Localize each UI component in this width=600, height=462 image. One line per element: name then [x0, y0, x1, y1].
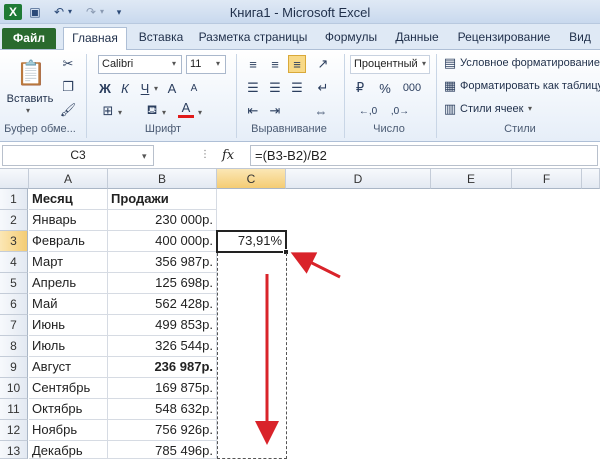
- shrink-font-button[interactable]: A: [186, 79, 202, 97]
- formula-bar: C3 ▾ ⋮ fx =(B3-B2)/B2: [0, 142, 600, 169]
- cell-styles-icon[interactable]: ▥: [442, 101, 458, 117]
- conditional-formatting-button[interactable]: Условное форматирование: [460, 55, 600, 71]
- tab-insert[interactable]: Вставка: [132, 27, 190, 50]
- text-orientation-icon[interactable]: ↗: [314, 55, 332, 73]
- formula-bar-grip-icon: ⋮: [200, 149, 210, 160]
- merge-cells-icon[interactable]: ⇔: [310, 102, 332, 120]
- underline-button[interactable]: Ч: [138, 79, 152, 97]
- decrease-indent-icon[interactable]: ⇤: [244, 102, 262, 120]
- tab-data[interactable]: Данные: [388, 27, 446, 50]
- number-format-box[interactable]: Процентный: [350, 55, 430, 74]
- format-as-table-button[interactable]: Форматировать как таблицу: [460, 78, 600, 94]
- worksheet-grid: A B C D E F 1 Месяц Продажи 2 Январь 230…: [0, 169, 600, 459]
- fill-color-dropdown-icon[interactable]: ▾: [162, 108, 166, 117]
- tab-review[interactable]: Рецензирование: [452, 27, 556, 50]
- increase-indent-icon[interactable]: ⇥: [266, 102, 284, 120]
- paste-icon[interactable]: 📋: [16, 56, 46, 90]
- decrease-decimal-icon[interactable]: ,0→: [388, 102, 412, 120]
- annotation-arrows: [255, 252, 341, 445]
- underline-dropdown-icon[interactable]: ▾: [154, 84, 158, 93]
- borders-icon[interactable]: ⊞: [100, 102, 116, 120]
- font-name-dropdown-icon[interactable]: ▾: [172, 59, 176, 68]
- font-color-dropdown-icon[interactable]: ▾: [198, 108, 202, 117]
- paste-dropdown-icon[interactable]: ▾: [26, 106, 30, 115]
- formula-input[interactable]: =(B3-B2)/B2: [250, 145, 598, 166]
- align-top-icon[interactable]: ≡: [244, 55, 262, 73]
- name-box-dropdown-icon[interactable]: ▾: [142, 151, 147, 162]
- bold-button[interactable]: Ж: [98, 79, 112, 97]
- ribbon-separator: [86, 54, 87, 138]
- format-painter-icon[interactable]: 🖌: [60, 102, 77, 118]
- cell-styles-dropdown-icon[interactable]: ▾: [528, 104, 532, 113]
- align-middle-icon[interactable]: ≡: [266, 55, 284, 73]
- align-left-icon[interactable]: ☰: [244, 79, 262, 97]
- title-bar: X ▣ ↶ ▾ ↷ ▾ ▾ Книга1 - Microsoft Excel: [0, 0, 600, 24]
- alignment-group-label: Выравнивание: [251, 123, 327, 135]
- align-center-icon[interactable]: ☰: [266, 79, 284, 97]
- cut-icon[interactable]: ✂: [60, 56, 76, 72]
- percent-button[interactable]: %: [376, 79, 394, 97]
- window-title: Книга1 - Microsoft Excel: [229, 5, 371, 20]
- italic-button[interactable]: К: [118, 79, 132, 97]
- borders-dropdown-icon[interactable]: ▾: [118, 108, 122, 117]
- copy-icon[interactable]: ❐: [60, 79, 76, 95]
- ribbon: 📋 Вставить ▾ ✂ ❐ 🖌 Буфер обме... Calibri…: [0, 50, 600, 142]
- tab-page-layout[interactable]: Разметка страницы: [194, 27, 312, 50]
- ribbon-tabs: Файл Главная Вставка Разметка страницы Ф…: [0, 24, 600, 50]
- cell-styles-button[interactable]: Стили ячеек: [460, 101, 528, 117]
- align-right-icon[interactable]: ☰: [288, 79, 306, 97]
- ribbon-separator: [344, 54, 345, 138]
- number-format-dropdown-icon[interactable]: ▾: [422, 59, 426, 68]
- styles-group-label: Стили: [504, 123, 536, 135]
- font-color-button[interactable]: A: [178, 100, 194, 118]
- fill-color-icon[interactable]: ⛾: [144, 102, 160, 120]
- tab-view[interactable]: Вид: [562, 27, 598, 50]
- tab-home[interactable]: Главная: [63, 27, 127, 50]
- font-size-dropdown-icon[interactable]: ▾: [216, 59, 220, 68]
- thousands-button[interactable]: 000: [400, 79, 424, 97]
- ribbon-separator: [436, 54, 437, 138]
- tab-file[interactable]: Файл: [2, 28, 56, 49]
- align-bottom-icon[interactable]: ≡: [288, 55, 306, 73]
- insert-function-button[interactable]: fx: [222, 148, 234, 163]
- paste-button-label[interactable]: Вставить: [2, 92, 58, 106]
- font-group-label: Шрифт: [144, 123, 182, 135]
- wrap-text-icon[interactable]: ↵: [314, 79, 332, 97]
- currency-icon[interactable]: ₽: [352, 79, 368, 97]
- name-box[interactable]: C3: [2, 145, 154, 166]
- arrow-to-fill-handle: [290, 252, 341, 279]
- conditional-formatting-icon[interactable]: ▤: [442, 55, 458, 71]
- tab-formulas[interactable]: Формулы: [318, 27, 384, 50]
- ribbon-separator: [236, 54, 237, 138]
- format-as-table-icon[interactable]: ▦: [442, 78, 458, 94]
- increase-decimal-icon[interactable]: ←,0: [356, 102, 380, 120]
- font-name-box[interactable]: Calibri: [98, 55, 182, 74]
- grow-font-button[interactable]: A: [164, 79, 180, 97]
- clipboard-group-label: Буфер обме...: [4, 123, 76, 135]
- number-group-label: Число: [373, 123, 405, 135]
